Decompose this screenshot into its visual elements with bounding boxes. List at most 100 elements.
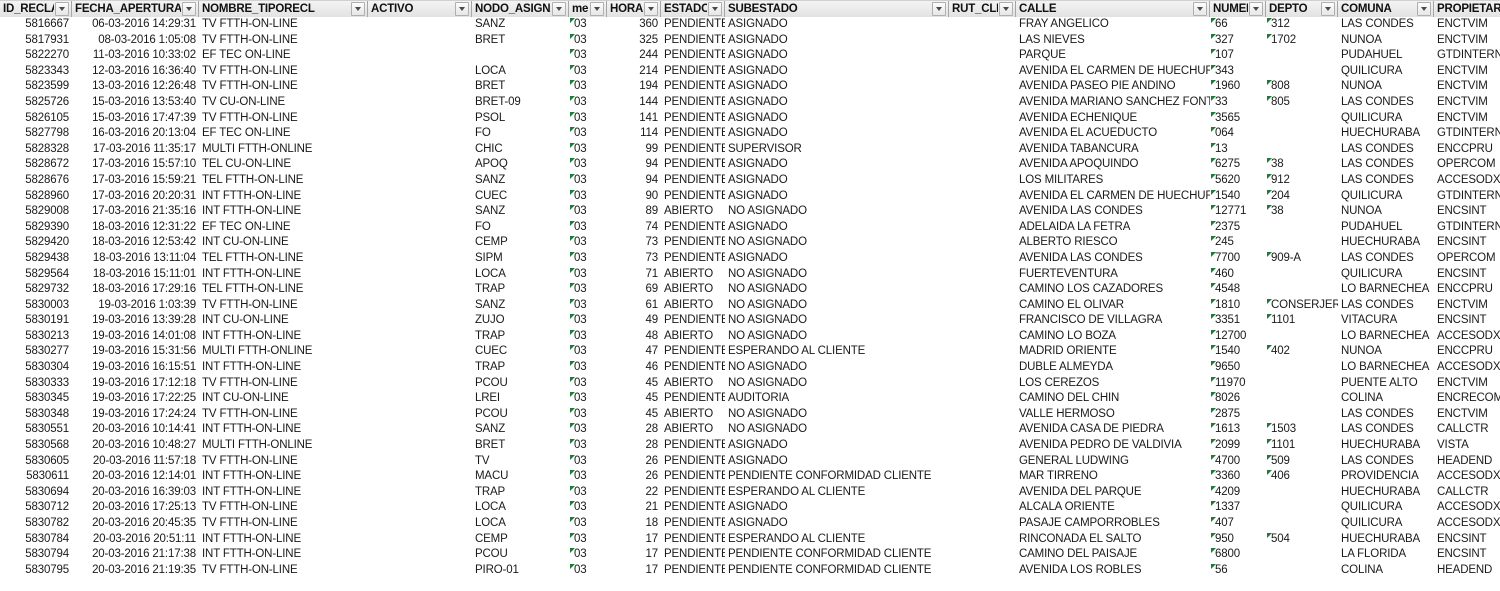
cell-rut_cliente[interactable] [949,344,1016,360]
cell-activo[interactable] [368,469,472,485]
cell-depto[interactable]: 312 [1266,17,1338,33]
cell-calle[interactable]: AVENIDA PEDRO DE VALDIVIA [1016,438,1210,454]
cell-calle[interactable]: AVENIDA ECHENIQUE [1016,111,1210,127]
table-row[interactable]: 5817931 08-03-2016 1:05:08 TV FTTH-ON-LINE… [0,33,1500,49]
cell-mes[interactable]: 03 [569,360,607,376]
cell-horas[interactable]: 141 [607,111,661,127]
cell-nombre_tiporecl[interactable]: TV FTTH-ON-LINE [199,500,368,516]
cell-fecha_apertura[interactable]: 12-03-2016 16:36:40 [72,64,199,80]
cell-fecha_apertura[interactable]: 15-03-2016 13:53:40 [72,95,199,111]
cell-id_reclamo[interactable]: 5830345 [0,391,72,407]
cell-fecha_apertura[interactable]: 20-03-2016 20:45:35 [72,516,199,532]
cell-id_reclamo[interactable]: 5828672 [0,157,72,173]
cell-horas[interactable]: 45 [607,376,661,392]
cell-depto[interactable]: 1702 [1266,33,1338,49]
cell-horas[interactable]: 71 [607,267,661,283]
table-row[interactable]: 5830794 20-03-2016 21:17:38 INT FTTH-ON-LI… [0,547,1500,563]
cell-calle[interactable]: LOS MILITARES [1016,173,1210,189]
cell-activo[interactable] [368,220,472,236]
cell-comuna[interactable]: PUDAHUEL [1338,220,1434,236]
cell-id_reclamo[interactable]: 5828328 [0,142,72,158]
cell-numero[interactable]: 2099 [1210,438,1266,454]
cell-rut_cliente[interactable] [949,111,1016,127]
cell-comuna[interactable]: HUECHURABA [1338,485,1434,501]
cell-horas[interactable]: 94 [607,157,661,173]
cell-depto[interactable]: 38 [1266,204,1338,220]
cell-horas[interactable]: 21 [607,500,661,516]
cell-nombre_tiporecl[interactable]: TEL FTTH-ON-LINE [199,282,368,298]
cell-nombre_tiporecl[interactable]: INT CU-ON-LINE [199,313,368,329]
cell-horas[interactable]: 28 [607,438,661,454]
table-row[interactable]: 5830345 19-03-2016 17:22:25 INT CU-ON-LINE… [0,391,1500,407]
cell-calle[interactable]: CAMINO EL OLIVAR [1016,298,1210,314]
cell-mes[interactable]: 03 [569,95,607,111]
cell-rut_cliente[interactable] [949,438,1016,454]
cell-fecha_apertura[interactable]: 17-03-2016 21:35:16 [72,204,199,220]
cell-numero[interactable]: 1613 [1210,422,1266,438]
cell-mes[interactable]: 03 [569,454,607,470]
cell-calle[interactable]: AVENIDA PASEO PIE ANDINO [1016,79,1210,95]
cell-id_reclamo[interactable]: 5830795 [0,563,72,579]
cell-nombre_tiporecl[interactable]: TV CU-ON-LINE [199,95,368,111]
table-row[interactable]: 5829438 18-03-2016 13:11:04 TEL FTTH-ON-LI… [0,251,1500,267]
cell-depto[interactable] [1266,563,1338,579]
cell-rut_cliente[interactable] [949,422,1016,438]
cell-rut_cliente[interactable] [949,469,1016,485]
cell-fecha_apertura[interactable]: 15-03-2016 17:47:39 [72,111,199,127]
cell-mes[interactable]: 03 [569,267,607,283]
cell-horas[interactable]: 17 [607,532,661,548]
cell-id_reclamo[interactable]: 5830304 [0,360,72,376]
cell-id_reclamo[interactable]: 5827798 [0,126,72,142]
cell-horas[interactable]: 99 [607,142,661,158]
cell-mes[interactable]: 03 [569,391,607,407]
cell-depto[interactable] [1266,516,1338,532]
cell-id_reclamo[interactable]: 5829390 [0,220,72,236]
cell-numero[interactable]: 1960 [1210,79,1266,95]
column-header-comuna[interactable]: COMUNA [1338,1,1434,17]
cell-numero[interactable]: 6275 [1210,157,1266,173]
cell-depto[interactable] [1266,142,1338,158]
cell-subestado[interactable]: ASIGNADO [725,17,949,33]
cell-horas[interactable]: 244 [607,48,661,64]
table-row[interactable]: 5830348 19-03-2016 17:24:24 TV FTTH-ON-LIN… [0,407,1500,423]
cell-nodo_asignado[interactable]: BRET-09 [472,95,569,111]
cell-activo[interactable] [368,111,472,127]
cell-fecha_apertura[interactable]: 17-03-2016 15:59:21 [72,173,199,189]
cell-propietario_recl[interactable]: ACCESODX [1434,173,1500,189]
cell-rut_cliente[interactable] [949,79,1016,95]
cell-subestado[interactable]: PENDIENTE CONFORMIDAD CLIENTE [725,563,949,579]
cell-propietario_recl[interactable]: ACCESODX [1434,516,1500,532]
cell-depto[interactable]: 1101 [1266,313,1338,329]
cell-propietario_recl[interactable]: GTDINTERNET [1434,48,1500,64]
cell-numero[interactable]: 3565 [1210,111,1266,127]
cell-nodo_asignado[interactable]: APOQ [472,157,569,173]
cell-comuna[interactable]: LAS CONDES [1338,173,1434,189]
cell-propietario_recl[interactable]: ENCTVIM [1434,79,1500,95]
table-row[interactable]: 5830191 19-03-2016 13:39:28 INT CU-ON-LINE… [0,313,1500,329]
cell-comuna[interactable]: LAS CONDES [1338,422,1434,438]
cell-numero[interactable]: 1337 [1210,500,1266,516]
cell-propietario_recl[interactable]: CALLCTR [1434,485,1500,501]
cell-rut_cliente[interactable] [949,547,1016,563]
cell-nombre_tiporecl[interactable]: INT FTTH-ON-LINE [199,532,368,548]
cell-subestado[interactable]: ESPERANDO AL CLIENTE [725,344,949,360]
filter-dropdown-button-activo[interactable] [455,2,469,16]
cell-estado[interactable]: ABIERTO [661,376,725,392]
cell-comuna[interactable]: QUILICURA [1338,267,1434,283]
filter-dropdown-button-estado[interactable] [708,2,722,16]
cell-comuna[interactable]: PUENTE ALTO [1338,376,1434,392]
cell-horas[interactable]: 69 [607,282,661,298]
cell-horas[interactable]: 17 [607,547,661,563]
cell-numero[interactable]: 12700 [1210,329,1266,345]
cell-horas[interactable]: 18 [607,516,661,532]
cell-depto[interactable] [1266,111,1338,127]
table-row[interactable]: 5825726 15-03-2016 13:53:40 TV CU-ON-LINE B… [0,95,1500,111]
cell-mes[interactable]: 03 [569,329,607,345]
cell-depto[interactable]: 1503 [1266,422,1338,438]
cell-comuna[interactable]: LAS CONDES [1338,157,1434,173]
cell-horas[interactable]: 61 [607,298,661,314]
cell-numero[interactable]: 107 [1210,48,1266,64]
cell-id_reclamo[interactable]: 5830611 [0,469,72,485]
cell-activo[interactable] [368,142,472,158]
cell-mes[interactable]: 03 [569,189,607,205]
